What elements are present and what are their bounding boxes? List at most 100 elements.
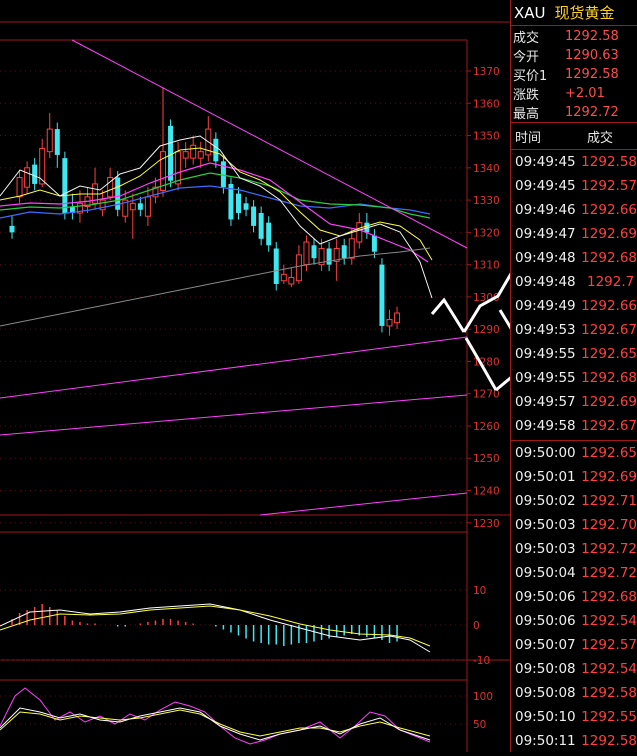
price-axis-label: 1370	[473, 66, 500, 78]
kdj-axis-label: 100	[473, 691, 493, 703]
candle-body	[236, 193, 241, 213]
tick-price: 1292.54	[581, 613, 637, 629]
price-axis-label: 1320	[473, 227, 500, 239]
macd-axis-label: 10	[473, 585, 486, 597]
ticks-header: 时间 成交	[511, 123, 637, 150]
candle-body	[54, 129, 60, 155]
candle-body	[348, 238, 355, 259]
tick-price: 1292.7	[587, 274, 635, 290]
tick-price: 1292.69	[581, 469, 637, 485]
tick-row: 09:50:11 1292.58	[511, 729, 637, 753]
tick-price: 1292.54	[581, 661, 637, 677]
macd-axis-label: 0	[473, 620, 480, 632]
quote-summary: 成交 1292.58 今开 1290.63 买价1 1292.58 涨跌 +2.01 最…	[511, 26, 637, 123]
tick-price: 1292.67	[581, 322, 637, 338]
candle-body	[243, 203, 249, 210]
tick-list[interactable]: 09:49:45 1292.58 09:49:45 1292.57 09:49:46 12…	[511, 150, 637, 753]
symbol-name: 现货黄金	[554, 4, 615, 22]
tick-time: 09:49:53	[515, 322, 576, 338]
price-axis-label: 1250	[473, 453, 500, 465]
tick-row: 09:49:55 1292.68	[511, 366, 637, 390]
candle-body	[32, 164, 38, 184]
tick-price: 1292.57	[581, 637, 637, 653]
tick-time: 09:50:01	[515, 469, 576, 485]
quote-row-last: 成交 1292.58	[511, 27, 637, 46]
candle-body	[24, 167, 31, 188]
projection-arrow	[498, 309, 514, 331]
price-axis-label: 1330	[473, 195, 500, 207]
candle-body	[168, 125, 174, 181]
candle-body	[379, 264, 385, 326]
tick-price: 1292.66	[581, 298, 637, 314]
trendline-lower-1	[0, 336, 468, 399]
candle-body	[266, 222, 272, 246]
tick-time: 09:50:11	[515, 733, 576, 749]
candle-body	[371, 235, 377, 252]
tick-row: 09:49:53 1292.67	[511, 318, 637, 342]
tick-time: 09:50:10	[515, 709, 576, 725]
quote-label: 买价1	[513, 69, 548, 84]
price-axis-label: 1360	[473, 98, 500, 110]
kdj-axis-label: 50	[473, 719, 486, 731]
price-axis-label: 1230	[473, 518, 500, 530]
price-axis-label: 1260	[473, 421, 500, 433]
tick-time: 09:50:03	[515, 541, 576, 557]
tick-time: 09:49:48	[515, 250, 576, 266]
quote-label: 涨跌	[513, 88, 540, 103]
tick-row: 09:50:03 1292.72	[511, 537, 637, 561]
candle-body	[303, 241, 310, 266]
tick-price: 1292.57	[581, 178, 637, 194]
tick-row: 09:50:03 1292.70	[511, 513, 637, 537]
tick-time: 09:49:45	[515, 154, 576, 170]
projection-arrow	[430, 297, 466, 333]
quote-row-high: 最高 1292.72	[511, 103, 637, 122]
tick-price: 1292.65	[581, 346, 637, 362]
tick-price: 1292.58	[581, 733, 637, 749]
quote-panel: XAU 现货黄金 成交 1292.58 今开 1290.63 买价1 1292.58 …	[510, 0, 637, 752]
candle-body	[280, 273, 287, 282]
tick-price: 1292.66	[581, 202, 637, 218]
tick-row: 09:50:01 1292.69	[511, 465, 637, 489]
tick-row: 09:50:06 1292.68	[511, 585, 637, 609]
tick-price: 1292.72	[581, 565, 637, 581]
tick-row: 09:49:48 1292.7	[511, 270, 637, 294]
price-axis-label: 1340	[473, 163, 500, 175]
tick-row: 09:49:47 1292.69	[511, 222, 637, 246]
tick-time: 09:49:47	[515, 226, 576, 242]
price-axis-label: 1240	[473, 486, 500, 498]
quote-label: 成交	[513, 31, 540, 46]
projection-arrow	[462, 271, 514, 333]
tick-price: 1292.68	[581, 589, 637, 605]
price-axis-label: 1270	[473, 389, 500, 401]
tick-row: 09:50:10 1292.55	[511, 705, 637, 729]
tick-time: 09:50:08	[515, 685, 576, 701]
kline-chart[interactable]: 1370136013501340133013201310130012901280…	[0, 0, 592, 752]
kline-chart-area[interactable]: 1370 1360 1350 1340 1330 1320 1310 1300 1290 1280…	[0, 0, 592, 752]
tick-time: 09:49:58	[515, 418, 576, 434]
candle-body	[394, 312, 401, 324]
tick-row: 09:50:08 1292.58	[511, 681, 637, 705]
tick-price: 1292.71	[581, 493, 637, 509]
tick-price: 1292.65	[581, 445, 637, 461]
quote-label: 今开	[513, 50, 540, 65]
quote-row-change: 涨跌 +2.01	[511, 84, 637, 103]
tick-time: 09:49:48	[515, 274, 576, 290]
tick-time: 09:49:45	[515, 178, 576, 194]
price-axis-label: 1350	[473, 131, 500, 143]
tick-time: 09:50:03	[515, 517, 576, 533]
candle-body	[326, 248, 332, 265]
macd-dea-line	[0, 605, 431, 647]
tick-time: 09:50:06	[515, 589, 576, 605]
quote-label: 最高	[513, 107, 540, 122]
tick-price: 1292.55	[581, 709, 637, 725]
tick-row: 09:49:45 1292.57	[511, 174, 637, 198]
tick-time: 09:50:02	[515, 493, 576, 509]
ma-line-grey	[0, 247, 431, 327]
tick-row: 09:49:57 1292.69	[511, 390, 637, 414]
candle-body	[295, 254, 302, 282]
tick-time: 09:49:55	[515, 370, 576, 386]
tick-price: 1292.58	[581, 685, 637, 701]
tick-time: 09:49:55	[515, 346, 576, 362]
tick-row: 09:49:46 1292.66	[511, 198, 637, 222]
tick-time: 09:50:00	[515, 445, 576, 461]
